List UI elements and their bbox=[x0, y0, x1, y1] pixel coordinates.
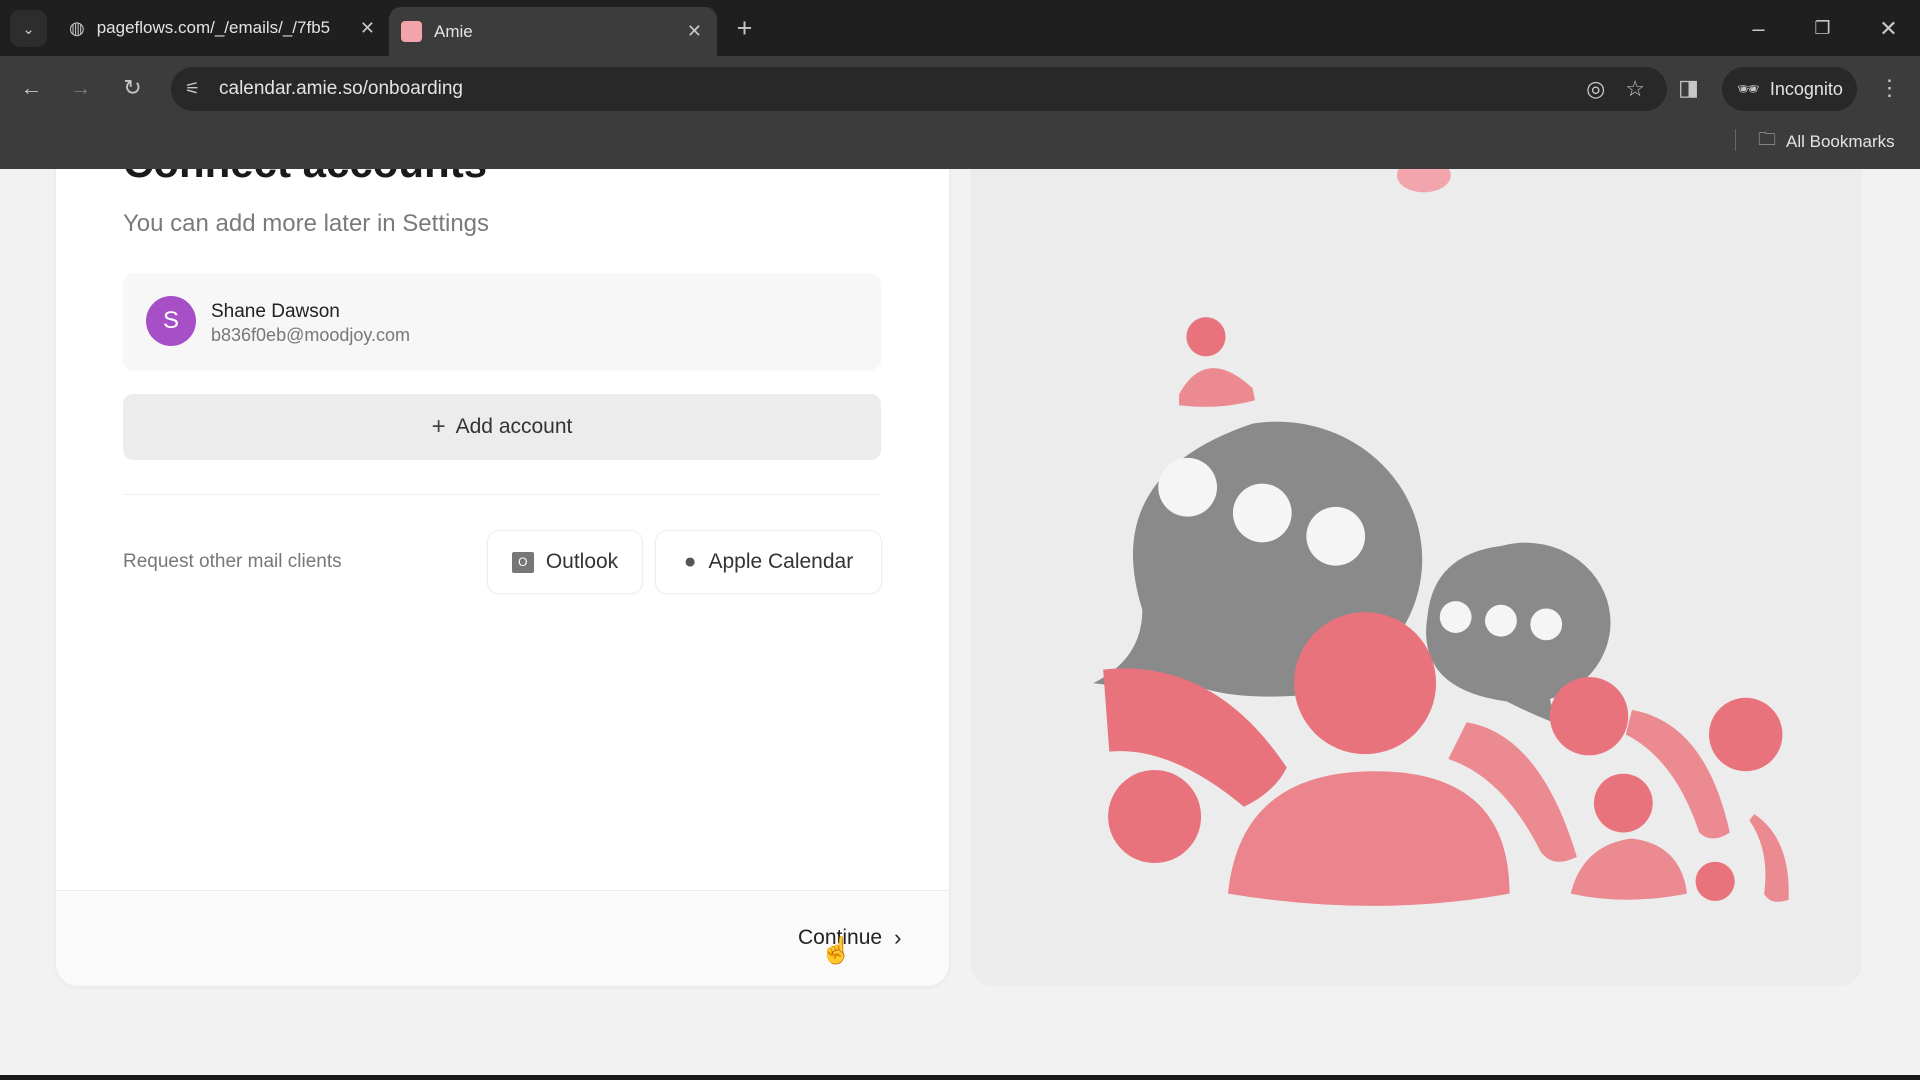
person-body bbox=[1228, 771, 1510, 906]
toolbar: ← → ↻ ⚟ calendar.amie.so/onboarding ◎ ☆ … bbox=[0, 56, 1920, 169]
dot bbox=[1306, 506, 1366, 566]
person-head bbox=[1549, 677, 1629, 756]
person-body bbox=[1179, 368, 1255, 407]
folder-icon: 🗀 bbox=[1758, 129, 1776, 149]
apple-icon: ● bbox=[683, 550, 697, 573]
tab-title: pageflows.com/_/emails/_/7fb5 bbox=[96, 18, 331, 37]
request-label: Request other mail clients bbox=[123, 551, 342, 572]
bottom-bar bbox=[0, 1075, 1920, 1080]
person-head bbox=[1709, 697, 1783, 772]
tab-amie[interactable]: Amie ✕ bbox=[389, 7, 717, 56]
page-subtitle: You can add more later in Settings bbox=[123, 210, 490, 237]
dot bbox=[1232, 483, 1292, 543]
menu-icon[interactable]: ⋮ bbox=[1876, 73, 1903, 102]
apple-calendar-button[interactable]: ● Apple Calendar bbox=[655, 530, 882, 594]
restore-icon[interactable]: ❐ bbox=[1808, 10, 1837, 47]
site-settings-icon[interactable]: ⚟ bbox=[173, 79, 212, 99]
all-bookmarks-button[interactable]: 🗀 All Bookmarks bbox=[1758, 127, 1895, 157]
star-icon[interactable]: ☆ bbox=[1625, 76, 1645, 102]
mouse-cursor: ☝ bbox=[820, 935, 853, 965]
chevron-right-icon: › bbox=[894, 925, 902, 950]
close-window-icon[interactable]: ✕ bbox=[1874, 10, 1903, 47]
illustration-panel bbox=[971, 122, 1862, 986]
dot bbox=[1530, 608, 1563, 641]
close-tab-icon[interactable]: ✕ bbox=[360, 18, 375, 39]
tab-pageflows[interactable]: ◍ pageflows.com/_/emails/_/7fb5 ✕ bbox=[69, 7, 375, 49]
bookmarks-divider bbox=[1735, 129, 1736, 151]
globe-icon: ◍ bbox=[69, 17, 85, 38]
person-head bbox=[1186, 317, 1226, 357]
account-name: Shane Dawson bbox=[211, 301, 340, 322]
amie-favicon bbox=[401, 21, 422, 42]
dot bbox=[1439, 601, 1472, 633]
person-head bbox=[1294, 612, 1437, 755]
dot bbox=[1158, 457, 1218, 517]
all-bookmarks-label: All Bookmarks bbox=[1786, 132, 1895, 151]
add-account-button[interactable]: + Add account bbox=[123, 394, 881, 460]
url-text[interactable]: calendar.amie.so/onboarding bbox=[219, 78, 463, 100]
people-chat-illustration bbox=[1093, 158, 1789, 906]
connected-account: S Shane Dawson b836f0eb@moodjoy.com bbox=[123, 273, 881, 370]
card-footer: Continue › bbox=[56, 890, 949, 986]
minimize-icon[interactable]: – bbox=[1744, 10, 1773, 47]
incognito-badge[interactable]: 🕶 Incognito bbox=[1722, 67, 1857, 111]
outlook-icon: O bbox=[511, 551, 534, 573]
person-body bbox=[1570, 838, 1687, 900]
person-head bbox=[1695, 861, 1735, 901]
eye-off-icon[interactable]: ◎ bbox=[1586, 76, 1605, 102]
back-icon[interactable]: ← bbox=[17, 73, 46, 102]
dot bbox=[1485, 604, 1517, 637]
plus-icon: + bbox=[431, 413, 446, 440]
outlook-button[interactable]: O Outlook bbox=[487, 530, 643, 594]
new-tab-icon[interactable]: + bbox=[730, 10, 759, 47]
arc bbox=[1749, 814, 1789, 902]
person-head bbox=[1593, 773, 1653, 833]
outlook-label: Outlook bbox=[545, 550, 619, 573]
tab-strip: ⌄ ◍ pageflows.com/_/emails/_/7fb5 ✕ Amie… bbox=[0, 0, 1920, 56]
reload-icon[interactable]: ↻ bbox=[118, 73, 147, 102]
address-bar[interactable]: ⚟ calendar.amie.so/onboarding ◎ ☆ bbox=[171, 67, 1667, 111]
apple-calendar-label: Apple Calendar bbox=[708, 550, 854, 573]
incognito-icon: 🕶 bbox=[1737, 78, 1760, 99]
onboarding-card: Connect accounts You can add more later … bbox=[56, 122, 949, 986]
person-head bbox=[1108, 770, 1202, 864]
forward-icon[interactable]: → bbox=[66, 73, 95, 102]
avatar: S bbox=[146, 296, 196, 346]
account-email: b836f0eb@moodjoy.com bbox=[211, 325, 411, 345]
tab-title: Amie bbox=[434, 21, 473, 41]
incognito-label: Incognito bbox=[1769, 78, 1843, 99]
side-panel-icon[interactable]: ◨ bbox=[1675, 73, 1702, 102]
add-account-label: Add account bbox=[455, 415, 573, 438]
divider bbox=[123, 494, 881, 495]
tab-search-button[interactable]: ⌄ bbox=[10, 10, 47, 47]
close-tab-icon[interactable]: ✕ bbox=[687, 21, 702, 42]
